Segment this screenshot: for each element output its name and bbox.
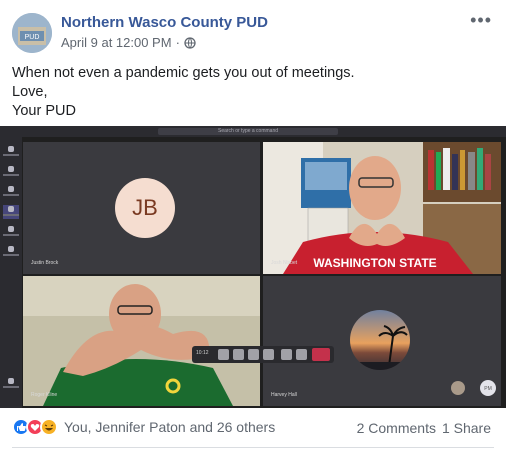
microphone-icon bbox=[233, 349, 244, 360]
teams-search-input: Search or type a command bbox=[158, 128, 338, 135]
post-text-line: When not even a pandemic gets you out of… bbox=[12, 65, 355, 81]
activity-icon bbox=[3, 145, 19, 159]
corner-avatar-initials: PM bbox=[484, 386, 492, 392]
video-tile: Harvey Hall PM bbox=[263, 276, 501, 406]
participant-video bbox=[350, 310, 496, 396]
post-text: When not even a pandemic gets you out of… bbox=[12, 64, 355, 121]
shares-count-link[interactable]: 1 Share bbox=[442, 420, 491, 436]
reaction-names[interactable]: You, Jennifer Paton and 26 others bbox=[64, 419, 275, 435]
post-meta: April 9 at 12:00 PM · bbox=[61, 35, 196, 50]
participant-video bbox=[23, 276, 260, 406]
participant-name: Justin Brock bbox=[31, 260, 59, 266]
video-tile: WASHINGTON STATE Josh Nisbet bbox=[263, 142, 501, 274]
footer-divider bbox=[12, 447, 494, 448]
video-tile: Roger Kline bbox=[23, 276, 260, 406]
participants-icon bbox=[296, 349, 307, 360]
page-avatar[interactable]: PUD bbox=[12, 13, 52, 53]
participant-name: Josh Nisbet bbox=[271, 260, 298, 266]
participant-video: WASHINGTON STATE bbox=[263, 142, 501, 274]
participant-initials: JB bbox=[115, 178, 175, 238]
participant-avatar bbox=[451, 381, 465, 395]
hang-up-icon bbox=[312, 348, 330, 361]
post-timestamp[interactable]: April 9 at 12:00 PM bbox=[61, 35, 172, 50]
page-name-link[interactable]: Northern Wasco County PUD bbox=[61, 14, 268, 31]
participant-name: Roger Kline bbox=[31, 392, 58, 398]
post-text-line: Love, bbox=[12, 84, 48, 100]
video-tile: JB Justin Brock bbox=[23, 142, 260, 274]
post-text-line: Your PUD bbox=[12, 103, 76, 119]
chat-icon bbox=[3, 165, 19, 179]
svg-text:PUD: PUD bbox=[25, 34, 40, 41]
apps-icon bbox=[3, 377, 19, 391]
participant-name: Harvey Hall bbox=[271, 392, 297, 398]
more-options-button[interactable]: ••• bbox=[470, 10, 492, 31]
svg-text:WASHINGTON STATE: WASHINGTON STATE bbox=[313, 256, 436, 270]
comments-count-link[interactable]: 2 Comments bbox=[357, 420, 436, 436]
engagement-counts: 2 Comments 1 Share bbox=[357, 420, 491, 436]
share-screen-icon bbox=[248, 349, 259, 360]
facebook-post: PUD Northern Wasco County PUD April 9 at… bbox=[0, 0, 506, 449]
teams-app-rail bbox=[0, 137, 22, 408]
call-timer: 10:12 bbox=[196, 350, 209, 356]
more-actions-icon bbox=[263, 349, 274, 360]
haha-icon bbox=[40, 418, 58, 436]
teams-top-bar: Search or type a command bbox=[0, 126, 506, 137]
camera-icon bbox=[218, 349, 229, 360]
calls-icon bbox=[3, 225, 19, 239]
teams-icon bbox=[3, 185, 19, 199]
reactions-summary[interactable]: You, Jennifer Paton and 26 others bbox=[12, 418, 275, 436]
chat-toggle-icon bbox=[281, 349, 292, 360]
calendar-icon bbox=[3, 205, 19, 219]
globe-icon[interactable] bbox=[184, 36, 196, 49]
call-controls: 10:12 bbox=[192, 346, 334, 363]
files-icon bbox=[3, 245, 19, 259]
meta-separator: · bbox=[175, 35, 180, 50]
post-photo[interactable]: Search or type a command JB Justin Brock bbox=[0, 126, 506, 408]
